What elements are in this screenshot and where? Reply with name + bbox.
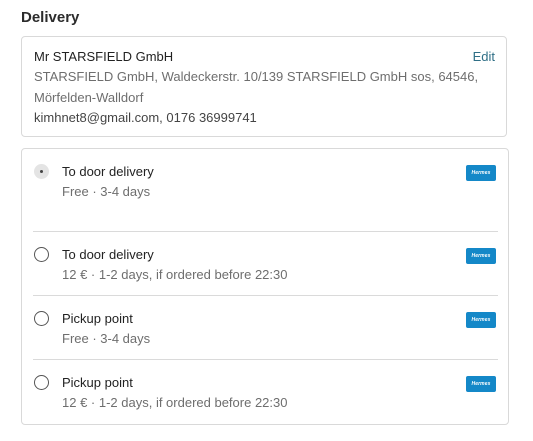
delivery-options-list: To door delivery Free · 3-4 days Hermes …	[21, 148, 509, 425]
radio-button[interactable]	[34, 247, 49, 262]
hermes-logo-icon: Hermes	[466, 248, 496, 264]
option-title: Pickup point	[62, 311, 133, 326]
hermes-logo-icon: Hermes	[466, 165, 496, 181]
option-detail: 12 € · 1-2 days, if ordered before 22:30	[62, 267, 288, 282]
address-card: Mr STARSFIELD GmbH Edit STARSFIELD GmbH,…	[21, 36, 507, 137]
hermes-logo-icon: Hermes	[466, 312, 496, 328]
option-title: To door delivery	[62, 164, 154, 179]
radio-button[interactable]	[34, 311, 49, 326]
address-line-1: STARSFIELD GmbH, Waldeckerstr. 10/139 ST…	[34, 69, 479, 84]
delivery-option-door-free[interactable]: To door delivery Free · 3-4 days Hermes	[22, 149, 508, 231]
address-line-2: Mörfelden-Walldorf	[34, 90, 144, 105]
option-detail: Free · 3-4 days	[62, 184, 151, 199]
address-name: Mr STARSFIELD GmbH	[34, 49, 174, 64]
option-title: Pickup point	[62, 375, 133, 390]
edit-address-link[interactable]: Edit	[473, 49, 495, 64]
delivery-option-pickup-free[interactable]: Pickup point Free · 3-4 days Hermes	[22, 296, 508, 359]
hermes-logo-icon: Hermes	[466, 376, 496, 392]
delivery-option-door-express[interactable]: To door delivery 12 € · 1-2 days, if ord…	[22, 232, 508, 295]
radio-button[interactable]	[34, 375, 49, 390]
delivery-heading: Delivery	[21, 9, 80, 26]
option-detail: Free · 3-4 days	[62, 331, 151, 346]
option-detail: 12 € · 1-2 days, if ordered before 22:30	[62, 395, 288, 410]
option-title: To door delivery	[62, 247, 154, 262]
address-contact: kimhnet8@gmail.com, 0176 36999741	[34, 110, 257, 125]
delivery-option-pickup-express[interactable]: Pickup point 12 € · 1-2 days, if ordered…	[22, 360, 508, 424]
radio-button-selected[interactable]	[34, 164, 49, 179]
